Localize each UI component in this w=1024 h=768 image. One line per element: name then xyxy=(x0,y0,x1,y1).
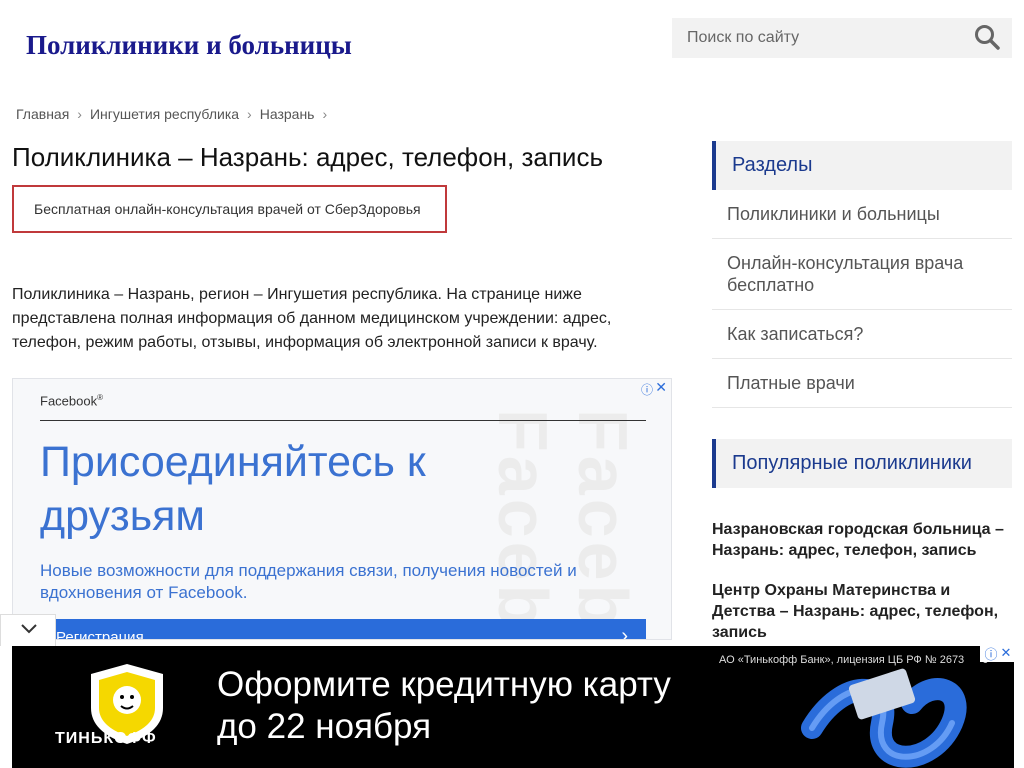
ad-info-icon[interactable]: ⓘ xyxy=(641,381,653,398)
ad-brand: Facebook® xyxy=(40,393,103,408)
sidebar: Разделы Поликлиники и больницы Онлайн-ко… xyxy=(712,141,1012,643)
sidebar-popular-title: Популярные поликлиники xyxy=(712,439,1012,488)
ad-legal-text: АО «Тинькофф Банк», лицензия ЦБ РФ № 267… xyxy=(719,654,965,666)
popular-clinic-link[interactable]: Назрановская городская больница – Назран… xyxy=(712,519,1012,561)
ad-brand-name: Facebook xyxy=(40,393,98,409)
intro-text: Поликлиника – Назрань, регион – Ингушети… xyxy=(12,286,612,351)
breadcrumb: Главная › Ингушетия республика › Назрань… xyxy=(16,106,327,122)
sidebar-item-paid-doctors[interactable]: Платные врачи xyxy=(712,359,1012,408)
breadcrumb-separator: › xyxy=(322,106,328,122)
sidebar-item-online-consultation[interactable]: Онлайн-консультация врача бесплатно xyxy=(712,239,1012,310)
ad-close-icon[interactable]: ✕ xyxy=(655,379,667,396)
card-illustration-icon xyxy=(801,668,967,768)
facebook-ad[interactable]: Facebook Facebook Facebook® ⓘ ✕ Присоеди… xyxy=(12,378,672,640)
ad-subtext: Новые возможности для поддержания связи,… xyxy=(40,561,577,602)
sidebar-sections-title: Разделы xyxy=(712,141,1012,190)
search-button[interactable] xyxy=(974,24,1004,52)
ad-corner-controls: ⓘ ✕ xyxy=(980,644,1016,662)
collapse-ad-button[interactable] xyxy=(0,614,56,646)
ad-offer-text: Оформите кредитную карту до 22 ноября xyxy=(217,664,671,748)
breadcrumb-separator: › xyxy=(247,106,252,122)
search-bar xyxy=(672,18,1012,58)
ad-brand-name: ТИНЬКОФФ xyxy=(55,730,157,747)
ad-offer-line: до 22 ноября xyxy=(217,707,432,746)
chevron-down-icon xyxy=(21,624,37,634)
ad-register-label: Регистрация xyxy=(56,629,144,640)
ad-offer-line: Оформите кредитную карту xyxy=(217,665,671,704)
chevron-right-icon: › xyxy=(621,625,628,640)
breadcrumb-separator: › xyxy=(77,106,82,122)
sidebar-item-how-to-book[interactable]: Как записаться? xyxy=(712,310,1012,359)
site-title[interactable]: Поликлиники и больницы xyxy=(26,30,352,61)
ad-brand-mark: ® xyxy=(97,393,103,402)
ad-watermark: Facebook xyxy=(564,409,642,640)
breadcrumb-city[interactable]: Назрань xyxy=(260,106,315,122)
search-input[interactable] xyxy=(672,18,962,58)
popular-clinic-link[interactable]: Центр Охраны Материнства и Детства – Наз… xyxy=(712,580,1012,643)
sidebar-item-clinics[interactable]: Поликлиники и больницы xyxy=(712,190,1012,239)
breadcrumb-home[interactable]: Главная xyxy=(16,106,69,122)
ad-divider xyxy=(40,420,646,421)
ad-close-icon[interactable]: ✕ xyxy=(1001,645,1012,661)
promo-consultation-link[interactable]: Бесплатная онлайн-консультация врачей от… xyxy=(12,185,447,233)
ad-headline: Присоединяйтесь к друзьям xyxy=(40,438,426,540)
ad-info-icon[interactable]: ⓘ xyxy=(985,644,998,663)
ad-register-button[interactable]: Регистрация › xyxy=(40,619,646,640)
search-icon xyxy=(975,25,1000,50)
page-title: Поликлиника – Назрань: адрес, телефон, з… xyxy=(12,142,603,172)
breadcrumb-region[interactable]: Ингушетия республика xyxy=(90,106,239,122)
tinkoff-ad-banner[interactable]: ТИНЬКОФФ Оформите кредитную карту до 22 … xyxy=(12,646,1014,768)
